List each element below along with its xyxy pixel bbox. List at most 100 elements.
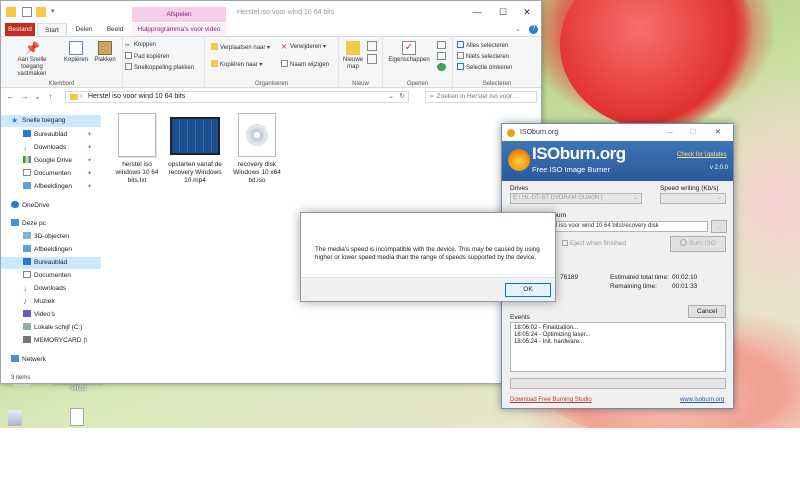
copy-icon	[69, 41, 83, 55]
file-item[interactable]: herstel iso windows 10 64 bits.txt	[109, 113, 165, 185]
ribbon-group-label: Nieuw	[352, 81, 369, 87]
tab-file[interactable]: Bestand	[5, 23, 35, 36]
back-arrow-icon[interactable]: ←	[5, 91, 16, 103]
browse-button[interactable]: ...	[711, 220, 727, 233]
nav-item-pc-desktop[interactable]: Bureaublad	[1, 257, 101, 269]
tab-video-tools[interactable]: Hulpprogramma's voor video	[132, 23, 226, 36]
new-folder-icon	[346, 41, 360, 55]
tab-home[interactable]: Start	[37, 23, 67, 36]
search-icon: ⌕	[430, 93, 434, 100]
close-button[interactable]: ✕	[517, 5, 537, 19]
address-bar[interactable]: › Herstel iso voor wind 10 64 bits ⌄ ↻	[65, 91, 409, 103]
nav-onedrive[interactable]: OneDrive	[1, 200, 101, 212]
minimize-button[interactable]: —	[666, 124, 673, 141]
paste-shortcut-button[interactable]: Snelkoppeling plakken	[125, 63, 194, 72]
edit-icon[interactable]	[437, 52, 446, 60]
pin-icon: ✦	[87, 132, 93, 138]
events-log[interactable]: 18:06:02 - Finalization... 18:05:24 - Op…	[510, 322, 726, 372]
delete-button[interactable]: ✕ Verwijderen ▾	[281, 43, 326, 52]
select-none-button[interactable]: Niets selecteren	[457, 52, 509, 61]
nav-item-desktop[interactable]: Bureaublad ✦	[1, 129, 101, 141]
select-all-button[interactable]: Alles selecteren	[457, 41, 508, 50]
chevron-down-icon[interactable]: ⌄	[515, 25, 521, 33]
paste-button[interactable]: Plakken	[91, 41, 119, 64]
maximize-button[interactable]: ☐	[493, 5, 513, 19]
copy-path-button[interactable]: Pad kopiëren	[125, 52, 169, 61]
text-file-icon[interactable]	[70, 408, 84, 426]
nav-network[interactable]: Netwerk	[1, 354, 101, 366]
nav-item-pictures[interactable]: Afbeeldingen ✦	[1, 181, 101, 193]
music-note-icon: ♪	[23, 297, 27, 306]
disc-icon	[246, 124, 268, 146]
nav-item-local-disk[interactable]: Lokale schijf (C:)	[1, 322, 101, 334]
close-button[interactable]: ✕	[715, 124, 721, 141]
isoburn-version: v 2.0.0	[710, 165, 729, 171]
pin-quick-access-button[interactable]: 📌 Aan Snelle toegang vastmaken	[7, 41, 57, 78]
copy-to-button[interactable]: Kopiëren naar ▾	[211, 60, 262, 69]
cancel-button[interactable]: Cancel	[688, 305, 726, 318]
explorer-titlebar[interactable]: ▾ Afspelen Herstel iso voor wind 10 64 b…	[1, 1, 541, 23]
website-link[interactable]: www.isoburn.org	[680, 397, 724, 403]
ribbon-group-clipboard: 📌 Aan Snelle toegang vastmaken Kopiëren …	[1, 37, 123, 89]
chevron-down-icon[interactable]: ▾	[51, 7, 61, 17]
tab-share[interactable]: Delen	[69, 23, 99, 36]
navigation-pane[interactable]: ★ Snelle toegang Bureaublad ✦ ↓ Downloads ✦ …	[1, 111, 101, 373]
drive-select[interactable]: E:\ HL-DT-ST DVDRAM GUA0N ) ⌄	[510, 193, 642, 204]
file-explorer-window[interactable]: ▾ Afspelen Herstel iso voor wind 10 64 b…	[0, 0, 542, 384]
tab-view[interactable]: Beeld	[101, 23, 129, 36]
new-folder-quick-icon[interactable]	[36, 7, 46, 17]
easy-access-icon[interactable]	[367, 54, 377, 64]
download-studio-link[interactable]: Download Free Burning Studio	[510, 397, 592, 403]
nav-item-memorycard[interactable]: MEMORYCARD (\	[1, 335, 101, 347]
new-item-icon[interactable]	[367, 41, 377, 51]
google-drive-icon	[23, 156, 31, 163]
cut-button[interactable]: ✂ Knippen	[125, 41, 156, 50]
ok-button[interactable]: OK	[505, 283, 551, 297]
nav-item-videos[interactable]: Video's	[1, 309, 101, 321]
error-dialog[interactable]: The media's speed is incompatible with t…	[300, 212, 556, 302]
nav-item-downloads[interactable]: ↓ Downloads ✦	[1, 142, 101, 154]
nav-item-music[interactable]: ♪ Muziek	[1, 296, 101, 308]
rename-icon	[281, 60, 288, 67]
chevron-down-icon[interactable]: ⌄	[388, 92, 394, 102]
file-item[interactable]: opstarten vanaf de recovery Windows 10.m…	[165, 113, 225, 185]
file-item[interactable]: recovery disk Windows 10 x64 bit.iso	[229, 113, 285, 185]
new-folder-button[interactable]: Nieuwe map	[341, 41, 365, 71]
help-icon[interactable]: ?	[529, 25, 538, 34]
eject-checkbox[interactable]: Eject when finished	[562, 240, 626, 247]
check-updates-link[interactable]: Check for Updates	[677, 152, 727, 158]
move-to-button[interactable]: Verplaatsen naar ▾	[211, 43, 270, 52]
nav-item-google-drive[interactable]: Google Drive ✦	[1, 155, 101, 167]
properties-quick-icon[interactable]	[22, 7, 32, 17]
isoburn-titlebar[interactable]: ISOburn.org — ☐ ✕	[502, 124, 733, 141]
nav-item-pc-downloads[interactable]: ↓ Downloads	[1, 283, 101, 295]
recent-chevron-icon[interactable]: ⌄	[32, 91, 43, 103]
history-icon[interactable]	[437, 63, 446, 71]
burn-iso-button[interactable]: Burn ISO	[670, 236, 726, 252]
ribbon-group-label: Organiseren	[254, 81, 289, 87]
invert-selection-button[interactable]: Selectie omkeren	[457, 63, 512, 72]
empty-area	[0, 428, 800, 478]
nav-this-pc[interactable]: Deze pc	[1, 218, 101, 230]
nav-item-pc-pictures[interactable]: Afbeeldingen	[1, 244, 101, 256]
nav-quick-access[interactable]: ★ Snelle toegang	[1, 115, 101, 127]
refresh-icon[interactable]: ↻	[399, 92, 405, 102]
properties-button[interactable]: ✓ Eigenschappen	[385, 41, 433, 64]
search-input[interactable]: ⌕ Zoeken in Herstel iso voor ...	[425, 91, 537, 103]
checkmark-icon: ✓	[402, 41, 416, 55]
forward-arrow-icon[interactable]: →	[19, 91, 30, 103]
nav-item-pc-documents[interactable]: Documenten	[1, 270, 101, 282]
rename-button[interactable]: Naam wijzigen	[281, 60, 329, 69]
up-arrow-icon[interactable]: ↑	[45, 91, 56, 103]
maximize-button[interactable]: ☐	[690, 124, 696, 141]
minimize-button[interactable]: —	[467, 5, 487, 19]
pin-icon: ✦	[87, 158, 93, 164]
nav-item-3d-objects[interactable]: 3D-objecten	[1, 231, 101, 243]
open-icon[interactable]	[437, 41, 446, 49]
nav-item-documents[interactable]: Documenten ✦	[1, 168, 101, 180]
download-arrow-icon: ↓	[23, 284, 27, 293]
copy-button[interactable]: Kopiëren	[63, 41, 89, 64]
speed-select[interactable]: ⌄	[660, 193, 726, 204]
flame-disc-icon	[508, 149, 530, 171]
recycle-bin-icon[interactable]	[8, 410, 22, 426]
